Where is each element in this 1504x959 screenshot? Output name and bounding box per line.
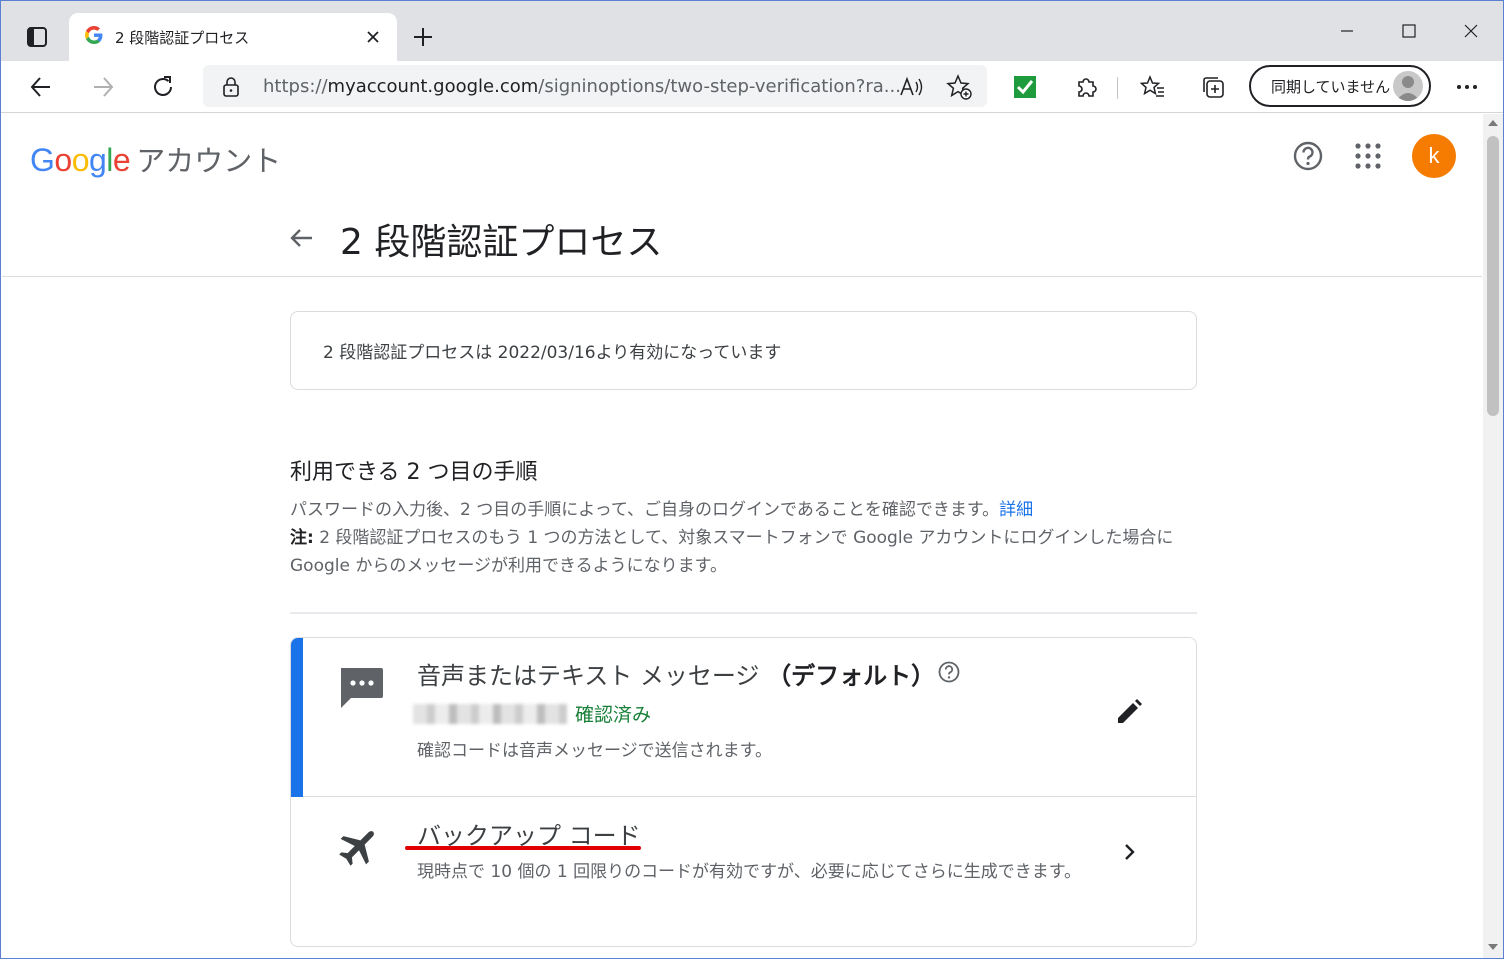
maximize-icon[interactable] (1389, 11, 1429, 51)
new-tab-icon[interactable] (405, 19, 441, 55)
default-label: （デフォルト） (767, 662, 936, 690)
google-account-logo[interactable]: Google アカウント (30, 138, 281, 180)
vertical-scrollbar[interactable] (1483, 114, 1503, 958)
logo-letter: e (112, 142, 131, 178)
message-icon (335, 662, 387, 714)
blurred-phone-number (413, 703, 567, 724)
status-text: 2 段階認証プロセスは 2022/03/16より有効になっています (323, 343, 782, 363)
google-logo-text: Google (30, 142, 131, 179)
collections-icon[interactable] (1193, 67, 1233, 107)
tab-close-icon[interactable] (361, 25, 385, 49)
status-card: 2 段階認証プロセスは 2022/03/16より有効になっています (290, 311, 1197, 390)
account-avatar[interactable]: k (1412, 134, 1456, 178)
profile-button[interactable]: 同期していません (1249, 65, 1431, 107)
page-content: Google アカウント k 2 段階認証プロセス 2 段階認証プロセスは 20… (2, 114, 1482, 958)
tab-actions-icon[interactable] (17, 17, 57, 57)
address-bar[interactable]: https://myaccount.google.com/signinoptio… (203, 65, 987, 107)
toolbar-separator (1117, 77, 1118, 99)
airplane-icon (337, 824, 381, 868)
note-label: 注: (290, 528, 314, 548)
url-text: https://myaccount.google.com/signinoptio… (263, 76, 901, 97)
favorites-icon[interactable] (1133, 67, 1173, 107)
masked-phone-number: 確認済み (413, 700, 651, 727)
header-divider (2, 276, 1482, 277)
method-voice-text-message[interactable]: 音声またはテキスト メッセージ （デフォルト） 確認済み 確認コードは音声メッセ… (291, 638, 1196, 797)
scroll-thumb[interactable] (1487, 136, 1499, 416)
add-favorite-icon[interactable] (945, 73, 973, 101)
default-method-accent (291, 638, 303, 797)
highlight-underline (405, 846, 641, 850)
read-aloud-icon[interactable] (897, 73, 925, 101)
extension-check-icon[interactable] (1005, 67, 1045, 107)
account-label: アカウント (136, 144, 282, 178)
google-favicon-icon (85, 26, 103, 48)
details-link[interactable]: 詳細 (999, 500, 1033, 520)
more-menu-icon[interactable] (1447, 67, 1487, 107)
lock-icon[interactable] (219, 75, 243, 99)
tab-title: 2 段階認証プロセス (115, 28, 250, 47)
second-step-methods-list: 音声またはテキスト メッセージ （デフォルト） 確認済み 確認コードは音声メッセ… (290, 637, 1197, 947)
window-close-icon[interactable] (1451, 11, 1491, 51)
profile-avatar-icon (1393, 71, 1423, 101)
refresh-icon[interactable] (143, 67, 183, 107)
forward-arrow-icon[interactable] (83, 67, 123, 107)
logo-letter: o (71, 142, 90, 178)
tab-strip: 2 段階認証プロセス (1, 1, 1503, 61)
apps-grid-icon[interactable] (1354, 142, 1382, 170)
section-description: パスワードの入力後、2 つ目の手順によって、ご自身のログインであることを確認でき… (290, 500, 1174, 576)
scroll-up-arrow-icon[interactable] (1488, 120, 1498, 126)
logo-letter: G (30, 142, 55, 178)
help-icon[interactable] (1292, 140, 1324, 172)
logo-letter: g (88, 142, 107, 178)
browser-window: 2 段階認証プロセス https://myaccount.google.com/… (0, 0, 1504, 959)
method-backup-codes[interactable]: バックアップ コード 現時点で 10 個の 1 回限りのコードが有効ですが、必要… (291, 798, 1196, 946)
browser-toolbar: https://myaccount.google.com/signinoptio… (1, 61, 1503, 113)
page-title: 2 段階認証プロセス (340, 222, 663, 263)
logo-letter: l (106, 142, 113, 178)
browser-tab[interactable]: 2 段階認証プロセス (69, 13, 397, 61)
profile-label: 同期していません (1271, 77, 1391, 96)
verified-label: 確認済み (575, 704, 652, 726)
section-title: 利用できる 2 つ目の手順 (290, 460, 538, 485)
note-text: 2 段階認証プロセスのもう 1 つの方法として、対象スマートフォンで Googl… (290, 528, 1174, 576)
chevron-right-icon[interactable] (1117, 838, 1141, 866)
backup-method-description: 現時点で 10 個の 1 回限りのコードが有効ですが、必要に応じてさらに生成でき… (417, 862, 1082, 882)
minimize-icon[interactable] (1327, 11, 1367, 51)
back-arrow-icon[interactable] (21, 67, 61, 107)
scroll-down-arrow-icon[interactable] (1488, 944, 1498, 950)
page-back-arrow-icon[interactable] (286, 222, 318, 254)
sms-method-title: 音声またはテキスト メッセージ （デフォルト） (417, 662, 936, 690)
method-help-icon[interactable] (937, 660, 961, 684)
sms-method-description: 確認コードは音声メッセージで送信されます。 (417, 741, 772, 761)
logo-letter: o (54, 142, 72, 178)
extensions-puzzle-icon[interactable] (1067, 67, 1107, 107)
edit-pencil-icon[interactable] (1113, 696, 1145, 728)
section-divider (290, 612, 1197, 614)
